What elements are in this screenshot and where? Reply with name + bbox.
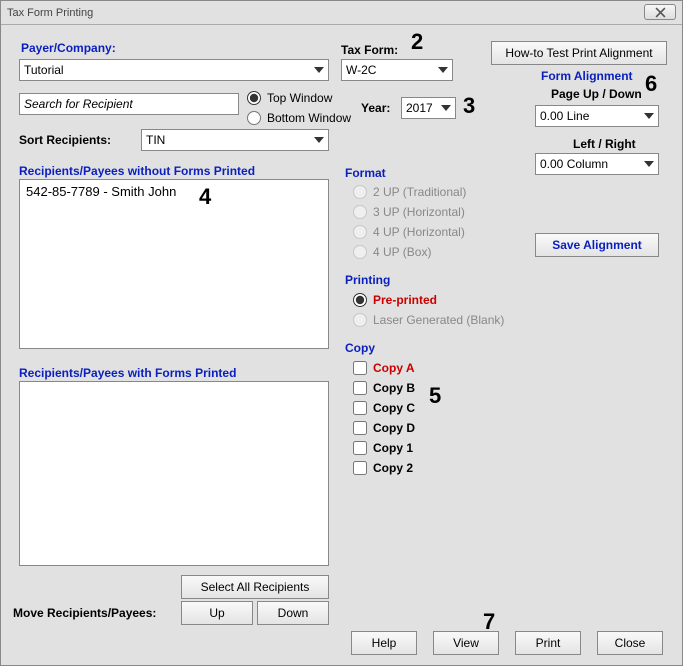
- preprinted-radio[interactable]: [353, 293, 367, 307]
- page-up-down-label: Page Up / Down: [551, 87, 642, 101]
- callout-4: 4: [199, 184, 211, 210]
- copy-d-check[interactable]: [353, 421, 367, 435]
- format-4upb-radio: [353, 245, 367, 259]
- window-close-button[interactable]: [644, 4, 676, 20]
- up-button[interactable]: Up: [181, 601, 253, 625]
- format-4uph-label: 4 UP (Horizontal): [373, 225, 465, 239]
- callout-5: 5: [429, 383, 441, 409]
- copy-a-check[interactable]: [353, 361, 367, 375]
- select-all-button[interactable]: Select All Recipients: [181, 575, 329, 599]
- view-button[interactable]: View: [433, 631, 499, 655]
- copy-c-check[interactable]: [353, 401, 367, 415]
- copy-c-label: Copy C: [373, 401, 415, 415]
- copy-1-label: Copy 1: [373, 441, 413, 455]
- copy-2-label: Copy 2: [373, 461, 413, 475]
- top-window-label: Top Window: [267, 91, 332, 105]
- copy-b-label: Copy B: [373, 381, 415, 395]
- without-list[interactable]: 542-85-7789 - Smith John: [19, 179, 329, 349]
- tax-form-label: Tax Form:: [341, 43, 398, 57]
- copy-1-check[interactable]: [353, 441, 367, 455]
- printing-label: Printing: [345, 273, 390, 287]
- sort-select[interactable]: TIN: [141, 129, 329, 151]
- without-list-label: Recipients/Payees without Forms Printed: [19, 164, 255, 178]
- copy-a-label: Copy A: [373, 361, 415, 375]
- format-label: Format: [345, 166, 386, 180]
- with-list-label: Recipients/Payees with Forms Printed: [19, 366, 236, 380]
- sort-label: Sort Recipients:: [19, 133, 111, 147]
- print-button[interactable]: Print: [515, 631, 581, 655]
- search-input[interactable]: [19, 93, 239, 115]
- payer-company-select[interactable]: Tutorial: [19, 59, 329, 81]
- callout-3: 3: [463, 93, 475, 119]
- payer-company-label: Payer/Company:: [21, 41, 116, 55]
- close-button[interactable]: Close: [597, 631, 663, 655]
- laser-radio: [353, 313, 367, 327]
- copy-2-check[interactable]: [353, 461, 367, 475]
- format-2up-radio: [353, 185, 367, 199]
- preprinted-label: Pre-printed: [373, 293, 437, 307]
- format-2up-label: 2 UP (Traditional): [373, 185, 466, 199]
- format-3up-radio: [353, 205, 367, 219]
- callout-2: 2: [411, 29, 423, 55]
- move-label: Move Recipients/Payees:: [13, 606, 156, 620]
- howto-button[interactable]: How-to Test Print Alignment: [491, 41, 667, 65]
- close-icon: [655, 7, 666, 18]
- year-select[interactable]: 2017: [401, 97, 456, 119]
- window-title: Tax Form Printing: [7, 7, 93, 19]
- callout-6: 6: [645, 71, 657, 97]
- left-right-label: Left / Right: [573, 137, 636, 151]
- copy-d-label: Copy D: [373, 421, 415, 435]
- year-label: Year:: [361, 101, 390, 115]
- line-select[interactable]: 0.00 Line: [535, 105, 659, 127]
- copy-label: Copy: [345, 341, 375, 355]
- copy-b-check[interactable]: [353, 381, 367, 395]
- form-alignment-label: Form Alignment: [541, 69, 633, 83]
- format-4upb-label: 4 UP (Box): [373, 245, 431, 259]
- tax-form-select[interactable]: W-2C: [341, 59, 453, 81]
- laser-label: Laser Generated (Blank): [373, 313, 504, 327]
- top-window-radio[interactable]: [247, 91, 261, 105]
- bottom-window-label: Bottom Window: [267, 111, 351, 125]
- save-alignment-button[interactable]: Save Alignment: [535, 233, 659, 257]
- bottom-window-radio[interactable]: [247, 111, 261, 125]
- format-3up-label: 3 UP (Horizontal): [373, 205, 465, 219]
- help-button[interactable]: Help: [351, 631, 417, 655]
- list-item[interactable]: 542-85-7789 - Smith John: [26, 184, 322, 199]
- down-button[interactable]: Down: [257, 601, 329, 625]
- with-list[interactable]: [19, 381, 329, 566]
- format-4uph-radio: [353, 225, 367, 239]
- column-select[interactable]: 0.00 Column: [535, 153, 659, 175]
